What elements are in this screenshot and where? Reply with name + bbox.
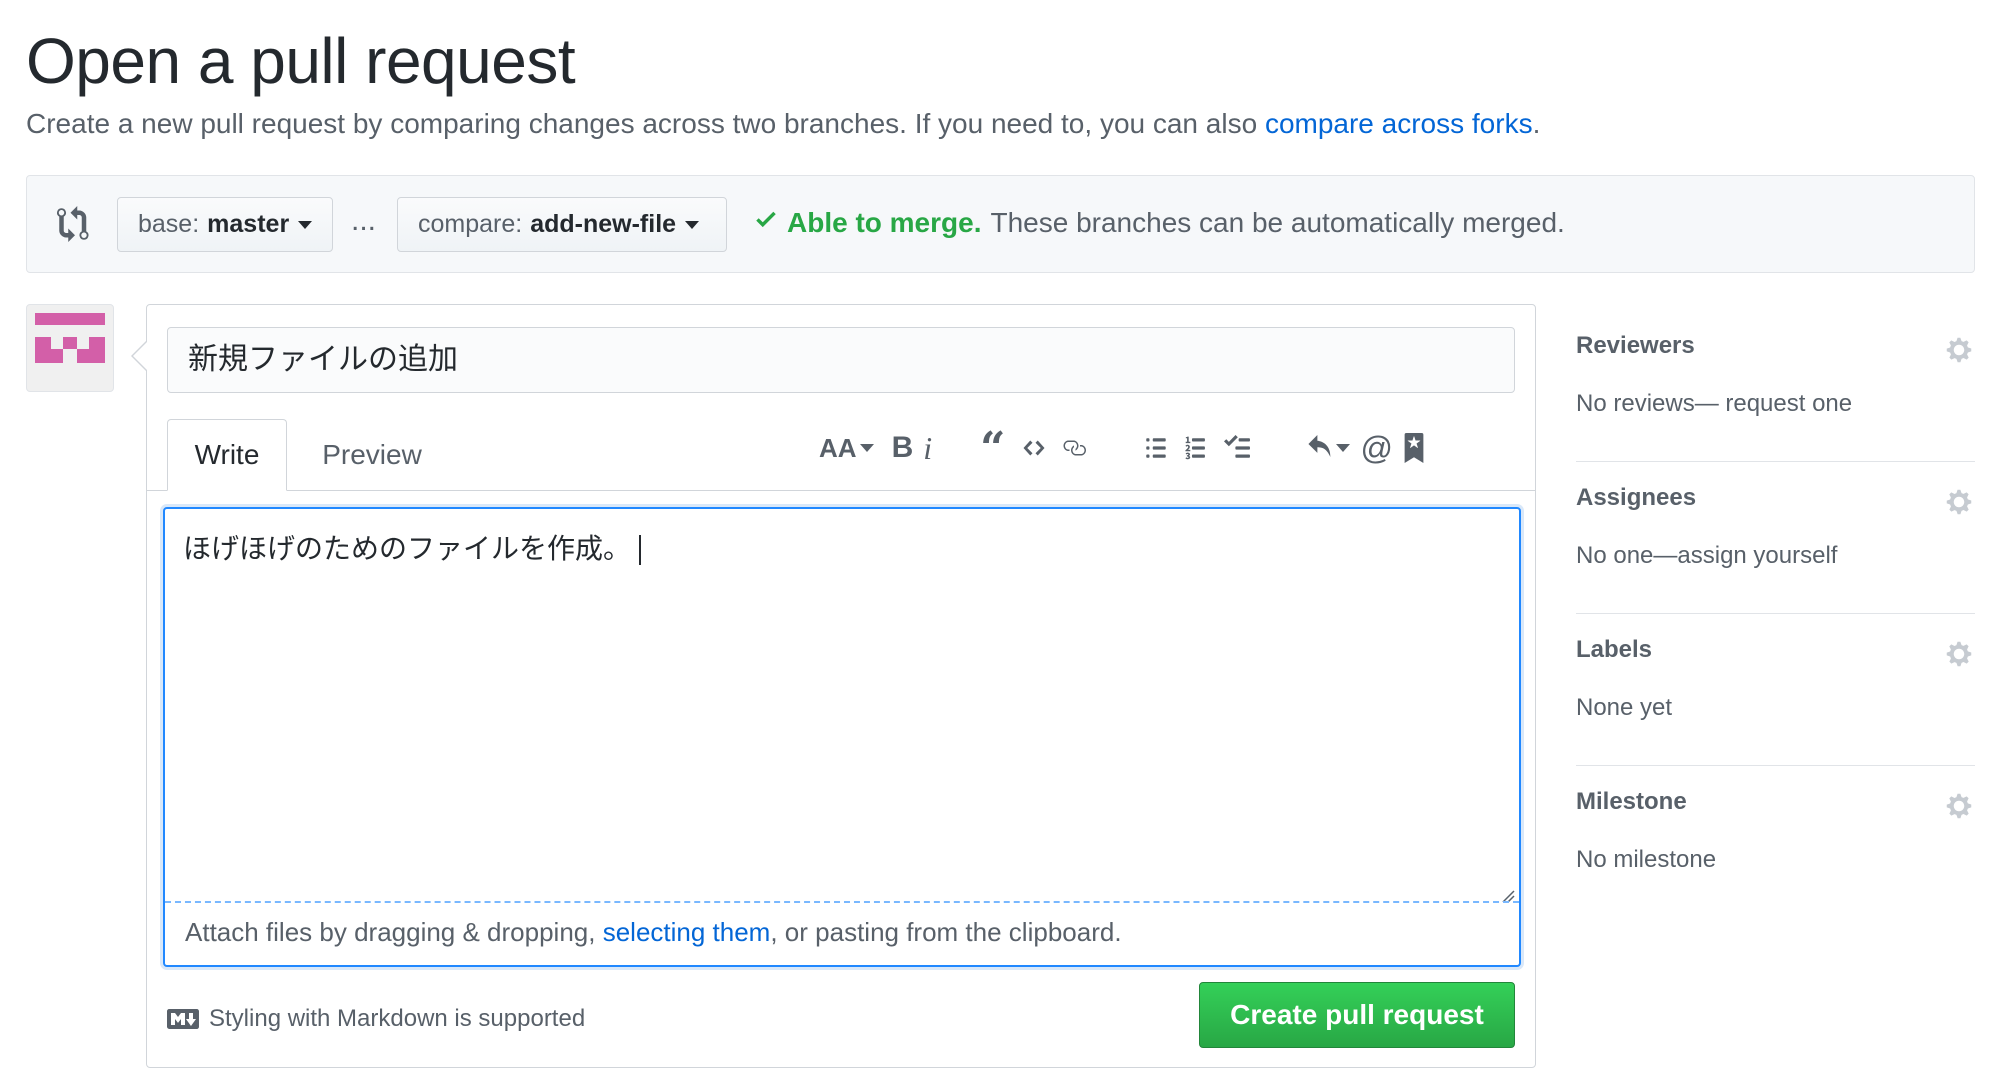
page-subtitle: Create a new pull request by comparing c…: [26, 108, 1540, 140]
subtitle-text: Create a new pull request by comparing c…: [26, 108, 1265, 139]
labels-text: None yet: [1576, 694, 1673, 721]
task-list-icon[interactable]: [1221, 426, 1253, 470]
assignees-text[interactable]: No one—assign yourself: [1576, 542, 1837, 570]
gear-icon[interactable]: [1945, 640, 1973, 668]
branch-range-bar: base: master ... compare: add-new-file Abl…: [26, 175, 1975, 273]
quote-icon[interactable]: “: [980, 423, 1005, 474]
italic-icon[interactable]: i: [923, 426, 932, 470]
tab-preview[interactable]: Preview: [307, 419, 437, 491]
selecting-them-link[interactable]: selecting them: [603, 917, 771, 947]
chevron-down-icon: [685, 220, 700, 229]
markdown-icon: [167, 1009, 199, 1029]
sidebar-section-assignees: Assignees No one—assign yourself: [1576, 462, 1975, 614]
attach-text-end: , or pasting from the clipboard.: [770, 917, 1122, 947]
gear-icon[interactable]: [1945, 488, 1973, 516]
base-branch-select[interactable]: base: master: [117, 197, 333, 252]
git-compare-icon: [57, 206, 93, 242]
create-pull-request-button[interactable]: Create pull request: [1199, 982, 1515, 1048]
markdown-note-text: Styling with Markdown is supported: [209, 1005, 586, 1032]
subtitle-period: .: [1532, 108, 1541, 139]
tab-write[interactable]: Write: [167, 419, 287, 491]
chevron-down-icon: [298, 220, 313, 229]
merge-ok-text: Able to merge.: [787, 206, 982, 238]
gear-icon[interactable]: [1945, 792, 1973, 820]
reviewers-text[interactable]: No reviews— request one: [1576, 390, 1852, 418]
body-value: ほげほげのためのファイルを作成。: [183, 532, 632, 565]
range-separator: ...: [351, 204, 377, 237]
attach-text: Attach files by dragging & dropping,: [185, 917, 603, 947]
compare-branch-select[interactable]: compare: add-new-file: [397, 197, 727, 252]
page-title: Open a pull request: [26, 25, 576, 97]
markdown-toolbar: AA B i “ @: [819, 423, 1435, 474]
sidebar-section-labels: Labels None yet: [1576, 614, 1975, 766]
comment-body-text: ほげほげのためのファイルを作成。: [183, 527, 642, 567]
reviewers-heading[interactable]: Reviewers: [1576, 332, 1695, 360]
merge-status: Able to merge. These branches can be aut…: [753, 206, 1565, 239]
pull-request-form: 新規ファイルの追加 Write Preview AA B i “ @ ほげほげの…: [131, 304, 1536, 1068]
comment-body-textarea[interactable]: ほげほげのためのファイルを作成。 Attach files by draggin…: [163, 507, 1521, 967]
milestone-heading[interactable]: Milestone: [1576, 788, 1687, 816]
reply-icon[interactable]: [1305, 426, 1351, 470]
merge-detail-text: These branches can be automatically merg…: [990, 206, 1565, 238]
sidebar: Reviewers No reviews— request one Assign…: [1576, 310, 1975, 918]
base-branch-name: master: [207, 210, 290, 238]
bold-icon[interactable]: B: [892, 426, 914, 470]
milestone-text: No milestone: [1576, 846, 1717, 873]
gear-icon[interactable]: [1945, 336, 1973, 364]
compare-across-forks-link[interactable]: compare across forks: [1265, 108, 1533, 139]
markdown-note[interactable]: Styling with Markdown is supported: [167, 1005, 585, 1033]
compare-label: compare:: [418, 210, 523, 238]
compare-branch-name: add-new-file: [530, 210, 677, 238]
mention-icon[interactable]: @: [1360, 426, 1392, 470]
title-input[interactable]: 新規ファイルの追加: [167, 327, 1515, 393]
check-icon: [753, 206, 779, 239]
link-icon[interactable]: [1059, 426, 1089, 470]
file-attach-bar[interactable]: Attach files by dragging & dropping, sel…: [165, 901, 1519, 965]
sidebar-section-milestone: Milestone No milestone: [1576, 766, 1975, 918]
sidebar-section-reviewers: Reviewers No reviews— request one: [1576, 310, 1975, 462]
unordered-list-icon[interactable]: [1141, 426, 1171, 470]
text-cursor: [639, 535, 642, 565]
text-size-icon[interactable]: AA: [819, 426, 874, 470]
ordered-list-icon[interactable]: [1181, 426, 1211, 470]
avatar[interactable]: [26, 304, 114, 392]
code-icon[interactable]: [1019, 426, 1049, 470]
assignees-heading[interactable]: Assignees: [1576, 484, 1696, 512]
bookmark-icon[interactable]: [1403, 426, 1425, 470]
labels-heading[interactable]: Labels: [1576, 636, 1652, 664]
base-label: base:: [138, 210, 200, 238]
